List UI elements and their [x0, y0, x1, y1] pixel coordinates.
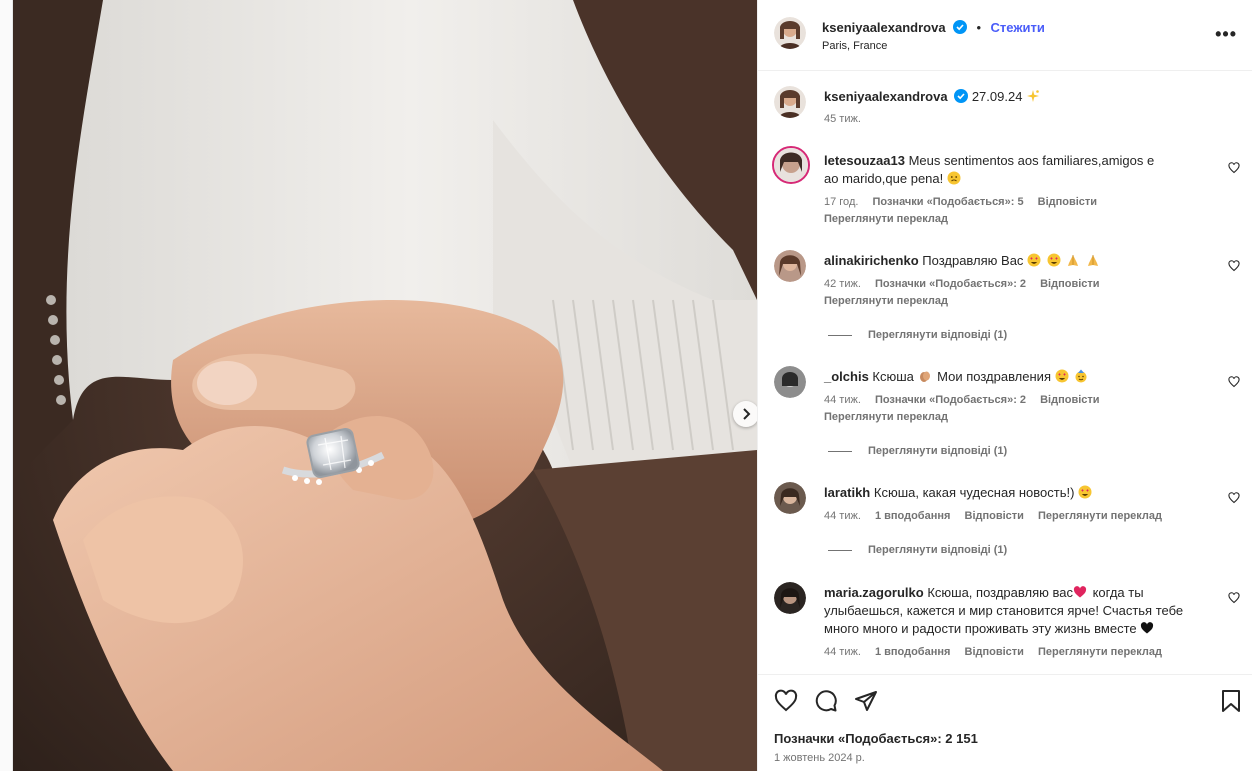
- comment-likes[interactable]: Позначки «Подобається»: 2: [875, 394, 1026, 406]
- reply-button[interactable]: Відповісти: [1040, 394, 1099, 406]
- comment-text: Поздравляю Вас: [922, 253, 1024, 268]
- reply-button[interactable]: Відповісти: [965, 510, 1024, 522]
- comment-heart-icon[interactable]: [1228, 376, 1240, 388]
- reply-button[interactable]: Відповісти: [1040, 278, 1099, 290]
- clapping-hands-emoji-icon: [919, 371, 930, 382]
- comment-heart-icon[interactable]: [1228, 492, 1240, 504]
- comment-time[interactable]: 44 тиж.: [824, 510, 861, 522]
- sparkle-emoji-icon: [1027, 90, 1040, 102]
- comment-username[interactable]: maria.zagorulko: [824, 585, 924, 600]
- comment-avatar[interactable]: [774, 366, 806, 398]
- translate-link[interactable]: Переглянути переклад: [824, 295, 948, 307]
- author-username[interactable]: kseniyaalexandrova: [822, 20, 946, 35]
- comment-avatar[interactable]: [774, 582, 806, 614]
- view-replies-button[interactable]: Переглянути відповіді (1): [828, 329, 1007, 341]
- separator-dot: •: [976, 20, 982, 35]
- caption-text: 27.09.24: [971, 89, 1023, 104]
- translate-link[interactable]: Переглянути переклад: [824, 213, 948, 225]
- party-face-emoji-icon: [1075, 369, 1087, 383]
- next-slide-button[interactable]: [733, 401, 757, 427]
- comment-username[interactable]: laratikh: [824, 485, 870, 500]
- replies-divider: [828, 549, 852, 551]
- comment-avatar[interactable]: [772, 146, 810, 184]
- comment-text: Ксюша, какая чудесная новость!): [873, 485, 1075, 500]
- comment-likes[interactable]: Позначки «Подобається»: 2: [875, 278, 1026, 290]
- comment-time[interactable]: 17 год.: [824, 196, 858, 208]
- comment-username[interactable]: letesouzaa13: [824, 153, 905, 168]
- comment-heart-icon[interactable]: [1228, 592, 1240, 604]
- comment-text: Ксюша: [872, 369, 914, 384]
- translate-link[interactable]: Переглянути переклад: [824, 411, 948, 423]
- comments-section: kseniyaalexandrova 27.09.24 45 тиж. lete…: [758, 72, 1252, 674]
- post-location[interactable]: Paris, France: [822, 40, 887, 52]
- comment-time[interactable]: 42 тиж.: [824, 278, 861, 290]
- post-date[interactable]: 1 жовтень 2024 р.: [774, 752, 865, 764]
- heart-icon[interactable]: [774, 689, 798, 713]
- comment-likes[interactable]: 1 вподобання: [875, 646, 950, 658]
- view-replies-button[interactable]: Переглянути відповіді (1): [828, 445, 1007, 457]
- red-heart-emoji-icon: [1073, 586, 1087, 598]
- heart-eyes-emoji-icon: [1027, 253, 1041, 267]
- more-options-button[interactable]: •••: [1215, 24, 1237, 45]
- bookmark-icon[interactable]: [1220, 689, 1242, 713]
- caption-time[interactable]: 45 тиж.: [824, 113, 861, 125]
- comment-avatar[interactable]: [774, 250, 806, 282]
- left-edge-strip: [0, 0, 13, 771]
- black-heart-emoji-icon: [1141, 622, 1154, 634]
- post-sidebar: kseniyaalexandrova • Стежити Paris, Fran…: [757, 0, 1252, 771]
- author-avatar[interactable]: [774, 17, 806, 49]
- comment-avatar[interactable]: [774, 482, 806, 514]
- translate-link[interactable]: Переглянути переклад: [1038, 646, 1162, 658]
- comment-username[interactable]: _olchis: [824, 369, 869, 384]
- comment-text: Ксюша, поздравляю вас: [927, 585, 1073, 600]
- verified-badge-icon: [953, 20, 968, 34]
- chevron-right-icon: [743, 408, 751, 420]
- comment-time[interactable]: 44 тиж.: [824, 646, 861, 658]
- comment-bubble-icon[interactable]: [814, 689, 838, 713]
- caption-avatar[interactable]: [774, 86, 806, 118]
- comment-time[interactable]: 44 тиж.: [824, 394, 861, 406]
- heart-eyes-emoji-icon: [1078, 485, 1092, 499]
- view-replies-button[interactable]: Переглянути відповіді (1): [828, 544, 1007, 556]
- caption-username[interactable]: kseniyaalexandrova: [824, 89, 948, 104]
- engagement-ring-photo: [13, 0, 757, 771]
- likes-count[interactable]: Позначки «Подобається»: 2 151: [774, 731, 978, 746]
- reply-button[interactable]: Відповісти: [965, 646, 1024, 658]
- heart-eyes-emoji-icon: [1047, 253, 1061, 267]
- comment-text-continued: Мои поздравления: [937, 369, 1051, 384]
- comment-heart-icon[interactable]: [1228, 162, 1240, 174]
- heart-eyes-emoji-icon: [1055, 369, 1069, 383]
- view-replies-label: Переглянути відповіді (1): [868, 329, 1008, 341]
- view-replies-label: Переглянути відповіді (1): [868, 445, 1008, 457]
- comment-heart-icon[interactable]: [1228, 260, 1240, 272]
- sad-face-emoji-icon: [947, 171, 961, 185]
- post-actions: Позначки «Подобається»: 2 151 1 жовтень …: [758, 674, 1252, 771]
- translate-link[interactable]: Переглянути переклад: [1038, 510, 1162, 522]
- replies-divider: [828, 334, 852, 336]
- folded-hands-emoji-icon: [1087, 255, 1098, 266]
- follow-button[interactable]: Стежити: [991, 20, 1045, 35]
- comment-likes[interactable]: 1 вподобання: [875, 510, 950, 522]
- replies-divider: [828, 450, 852, 452]
- post-header: kseniyaalexandrova • Стежити Paris, Fran…: [758, 0, 1252, 71]
- comment-username[interactable]: alinakirichenko: [824, 253, 919, 268]
- view-replies-label: Переглянути відповіді (1): [868, 544, 1008, 556]
- verified-badge-icon: [954, 89, 969, 103]
- comment-likes[interactable]: Позначки «Подобається»: 5: [872, 196, 1023, 208]
- folded-hands-emoji-icon: [1068, 255, 1079, 266]
- reply-button[interactable]: Відповісти: [1038, 196, 1097, 208]
- paper-plane-icon[interactable]: [854, 689, 878, 713]
- post-media[interactable]: [13, 0, 757, 771]
